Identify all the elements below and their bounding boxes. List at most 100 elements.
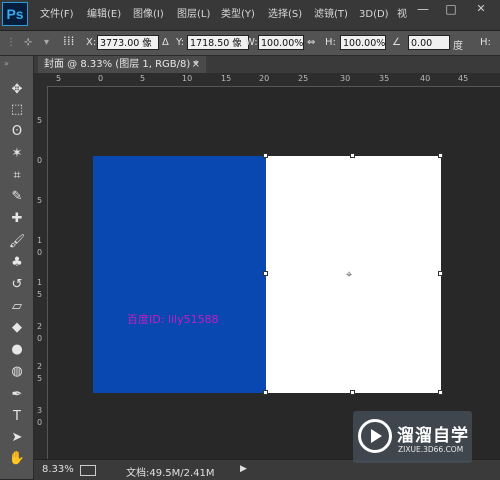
brush-tool-icon[interactable]: 🖌 [5, 232, 29, 251]
brand-url: ZIXUE.3D66.COM [398, 445, 464, 454]
ruler-tick: 10 [182, 74, 193, 83]
w-label: W: [245, 37, 258, 48]
hand-tool-icon[interactable]: ✋ [5, 449, 29, 468]
close-window-button[interactable]: ✕ [470, 0, 492, 18]
menu-3d[interactable]: 3D(D) [359, 8, 389, 22]
menu-type[interactable]: 类型(Y) [221, 8, 255, 22]
ruler-tick: 1 [37, 236, 43, 245]
ruler-tick: 40 [420, 74, 431, 83]
ruler-tick: 2 [37, 322, 43, 331]
marquee-tool-icon[interactable]: ⬚ [5, 100, 29, 119]
type-tool-icon[interactable]: T [5, 407, 29, 426]
vertical-ruler: 5051015202530 [34, 86, 48, 459]
menu-layer[interactable]: 图层(L) [177, 8, 210, 22]
width-field[interactable]: 100.00% [258, 35, 304, 50]
ruler-tick: 45 [458, 74, 469, 83]
ruler-tick: 15 [221, 74, 232, 83]
paint-bucket-tool-icon[interactable]: ◆ [5, 318, 29, 337]
history-brush-tool-icon[interactable]: ↺ [5, 275, 29, 294]
transform-handle[interactable] [263, 153, 268, 158]
crop-tool-icon[interactable]: ⌗ [5, 166, 29, 185]
angle-field[interactable]: 0.00 [408, 35, 450, 50]
magic-wand-tool-icon[interactable]: ✶ [5, 144, 29, 163]
transform-handle[interactable] [263, 271, 268, 276]
zoom-level[interactable]: 8.33% [42, 464, 74, 475]
ruler-tick: 5 [37, 196, 43, 205]
menu-file[interactable]: 文件(F) [40, 8, 74, 22]
ruler-tick: 5 [56, 74, 62, 83]
ruler-corner [34, 73, 48, 86]
transform-handle[interactable] [438, 390, 443, 395]
transform-icon[interactable]: ⊹ [24, 37, 32, 48]
chevron-down-icon[interactable]: ▾ [44, 37, 49, 48]
ruler-tick: 2 [37, 362, 43, 371]
ruler-tick: 0 [37, 156, 43, 165]
ruler-tick: 3 [37, 406, 43, 415]
menu-select[interactable]: 选择(S) [268, 8, 302, 22]
transform-center-icon[interactable]: ⌖ [346, 268, 352, 282]
height-field[interactable]: 100.00% [340, 35, 386, 50]
white-layer-area[interactable] [266, 156, 441, 393]
ruler-tick: 0 [37, 334, 43, 343]
document-size: 文档:49.5M/2.41M [126, 468, 215, 479]
move-tool-icon[interactable]: ✥ [5, 80, 29, 99]
close-tab-icon[interactable]: × [192, 56, 200, 73]
play-circle-icon [358, 419, 392, 453]
horizontal-ruler: 5 0 5 10 15 20 25 30 35 40 45 [48, 73, 500, 87]
status-info-icon[interactable] [80, 465, 96, 476]
menu-image[interactable]: 图像(I) [133, 8, 164, 22]
document-tab-title: 封面 @ 8.33% (图层 1, RGB/8) * [44, 59, 199, 70]
transform-handle[interactable] [350, 390, 355, 395]
healing-brush-tool-icon[interactable]: ✚ [5, 209, 29, 228]
menu-bar: Ps 文件(F) 编辑(E) 图像(I) 图层(L) 类型(Y) 选择(S) 滤… [0, 0, 500, 31]
ruler-tick: 1 [37, 278, 43, 287]
collapse-icon[interactable]: » [4, 59, 9, 68]
document-tab[interactable]: 封面 @ 8.33% (图层 1, RGB/8) * × [38, 56, 206, 73]
blur-tool-icon[interactable]: ● [5, 340, 29, 359]
ruler-tick: 0 [37, 418, 43, 427]
ruler-tick: 5 [140, 74, 146, 83]
status-menu-arrow-icon[interactable]: ▶ [240, 464, 247, 474]
menu-view[interactable]: 视 [397, 8, 407, 22]
brand-name: 溜溜自学 [397, 426, 469, 446]
menu-edit[interactable]: 编辑(E) [87, 8, 121, 22]
options-bar: ⋮ ⊹ ▾ ⁞⁞⁞ X: 3773.00 像 Δ Y: 1718.50 像 W:… [0, 31, 500, 56]
ruler-tick: 35 [379, 74, 390, 83]
blue-layer-area[interactable] [93, 156, 267, 393]
minimize-button[interactable]: — [412, 0, 434, 18]
angle-unit-label: 度 [453, 41, 463, 52]
ruler-tick: 25 [298, 74, 309, 83]
menu-filter[interactable]: 滤镜(T) [314, 8, 348, 22]
transform-handle[interactable] [350, 153, 355, 158]
clone-stamp-tool-icon[interactable]: ♣ [5, 253, 29, 272]
ruler-tick: 5 [37, 116, 43, 125]
ruler-tick: 5 [37, 374, 43, 383]
ruler-tick: 5 [37, 290, 43, 299]
ruler-tick: 20 [259, 74, 270, 83]
transform-handle[interactable] [438, 153, 443, 158]
ruler-tick: 0 [37, 248, 43, 257]
lasso-tool-icon[interactable]: ʘ [5, 122, 29, 141]
dodge-tool-icon[interactable]: ◍ [5, 362, 29, 381]
transform-handle[interactable] [438, 271, 443, 276]
warp-h-label: H: [480, 37, 491, 48]
grip-icon: ⋮ [6, 37, 16, 48]
restore-button[interactable]: □ [440, 0, 462, 18]
brand-logo: 溜溜自学 ZIXUE.3D66.COM [353, 411, 472, 463]
transform-handle[interactable] [263, 390, 268, 395]
y-field[interactable]: 1718.50 像 [187, 35, 249, 50]
watermark-text: 百度ID: lily51588 [127, 313, 219, 326]
x-field[interactable]: 3773.00 像 [97, 35, 159, 50]
link-icon[interactable]: ⇔ [307, 37, 315, 48]
photoshop-logo: Ps [2, 2, 28, 26]
pen-tool-icon[interactable]: ✒ [5, 385, 29, 404]
angle-icon: ∠ [392, 37, 401, 48]
reference-point-icon[interactable]: ⁞⁞⁞ [63, 34, 74, 48]
eyedropper-tool-icon[interactable]: ✎ [5, 187, 29, 206]
y-label: Y: [176, 37, 185, 48]
eraser-tool-icon[interactable]: ▱ [5, 297, 29, 316]
ruler-tick: 0 [98, 74, 104, 83]
h-label: H: [325, 37, 336, 48]
path-selection-tool-icon[interactable]: ➤ [5, 428, 29, 447]
relative-position-icon[interactable]: Δ [162, 37, 169, 48]
